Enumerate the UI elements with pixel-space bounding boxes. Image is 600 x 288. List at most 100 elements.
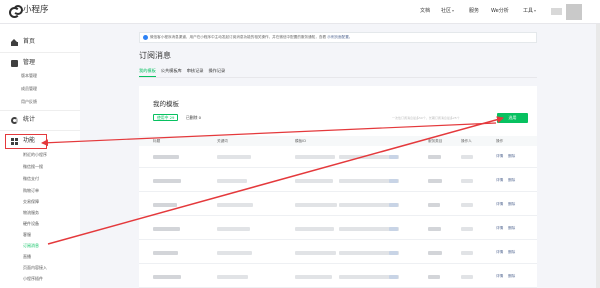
cell-keywords xyxy=(217,227,250,231)
sidebar-item-nearby[interactable]: 附近的小程序 xyxy=(23,152,47,158)
cell-title xyxy=(153,155,179,159)
sidebar-item-pay[interactable]: 微信支付 xyxy=(23,176,39,182)
chevron-down-icon: ▾ xyxy=(534,8,537,13)
cell-category-link xyxy=(389,155,398,159)
tab-review-records[interactable]: 审核记录 xyxy=(187,67,204,77)
tab-operation-records[interactable]: 操作记录 xyxy=(208,67,225,77)
cell-operator xyxy=(461,275,473,279)
sidebar-item-manage[interactable]: 管理 xyxy=(11,59,35,67)
cell-title xyxy=(153,227,180,231)
avatar[interactable] xyxy=(566,4,582,20)
sidebar-item-orders[interactable]: 购物订单 xyxy=(23,188,39,194)
home-icon xyxy=(11,38,18,46)
sidebar-item-version[interactable]: 版本管理 xyxy=(21,73,37,79)
detail-link[interactable]: 详情 xyxy=(496,154,503,159)
divider xyxy=(0,52,80,53)
info-icon xyxy=(143,35,148,40)
tab-my-templates[interactable]: 我的模板 xyxy=(139,67,156,77)
divider xyxy=(0,130,80,131)
logo[interactable]: 小程序 xyxy=(9,5,49,18)
cell-category xyxy=(428,155,441,159)
delete-link[interactable]: 删除 xyxy=(508,274,515,279)
sidebar: 首页 管理 版本管理 成员管理 用户反馈 统计 功能 附近的小程序 微信搜一搜 … xyxy=(0,24,80,288)
sidebar-item-guarantee[interactable]: 交易保障 xyxy=(23,199,39,205)
notice-link[interactable]: 示例页面配置。 xyxy=(327,35,352,39)
cell-category xyxy=(428,251,442,255)
cell-category xyxy=(428,227,441,231)
cell-title xyxy=(153,203,177,207)
templates-panel: 我的模板 使用中 29 已删除 0 一次性订阅消息最多50个，长期订阅消息最多2… xyxy=(139,86,537,288)
detail-link[interactable]: 详情 xyxy=(496,274,503,279)
cell-keywords xyxy=(217,155,251,159)
sidebar-item-live[interactable]: 直播 xyxy=(23,254,31,260)
sidebar-item-hardware[interactable]: 硬件设备 xyxy=(23,221,39,227)
sidebar-item-logistics[interactable]: 物流服务 xyxy=(23,210,39,216)
sidebar-item-feedback[interactable]: 用户反馈 xyxy=(21,99,37,105)
sidebar-item-label: 管理 xyxy=(23,59,36,66)
cell-template-id xyxy=(295,275,332,279)
delete-link[interactable]: 删除 xyxy=(508,250,515,255)
column-keywords: 关键词 xyxy=(217,139,228,143)
cell-operator xyxy=(461,251,473,255)
quota-hint: 一次性订阅消息最多50个，长期订阅消息最多25个 xyxy=(392,116,460,120)
filter-in-use[interactable]: 使用中 29 xyxy=(153,114,179,121)
delete-link[interactable]: 删除 xyxy=(508,154,515,159)
detail-link[interactable]: 详情 xyxy=(496,178,503,183)
sidebar-item-plugin[interactable]: 小程序插件 xyxy=(23,276,43,282)
sidebar-item-members[interactable]: 成员管理 xyxy=(21,86,37,92)
nav-community-label: 社区 xyxy=(441,8,452,14)
nav-community[interactable]: 社区▾ xyxy=(441,6,454,16)
cell-category-link xyxy=(389,227,398,231)
cell-template-id xyxy=(295,179,333,183)
divider xyxy=(139,77,537,78)
nav-we-analysis[interactable]: We分析 xyxy=(491,6,509,16)
stats-icon xyxy=(11,116,18,124)
page-title: 订阅消息 xyxy=(139,51,171,60)
detail-link[interactable]: 详情 xyxy=(496,250,503,255)
sidebar-item-home[interactable]: 首页 xyxy=(11,38,35,46)
sidebar-item-content[interactable]: 页面内容接入 xyxy=(23,265,47,271)
sidebar-item-label: 首页 xyxy=(23,38,36,45)
cell-operator xyxy=(461,203,473,207)
column-operator: 操作人 xyxy=(461,139,472,143)
filter-deleted[interactable]: 已删除 0 xyxy=(186,114,201,121)
table-header: 标题 关键词 模板ID 服务类目 操作人 操作 xyxy=(139,136,537,146)
detail-link[interactable]: 详情 xyxy=(496,202,503,207)
highlight-box xyxy=(5,134,47,149)
column-category: 服务类目 xyxy=(428,139,443,143)
cell-keywords xyxy=(217,179,247,183)
sidebar-item-stats[interactable]: 统计 xyxy=(11,116,35,124)
notice-bar: 微信客小程序消息渠道，用户在小程序中主动发起订阅消息功能的相关操作，并在微信中配… xyxy=(139,32,537,43)
nav-docs[interactable]: 文档 xyxy=(420,6,430,16)
delete-link[interactable]: 删除 xyxy=(508,178,515,183)
account-name[interactable] xyxy=(551,8,562,15)
sidebar-item-subscribe[interactable]: 订阅消息 xyxy=(23,243,39,249)
sidebar-item-service[interactable]: 客服 xyxy=(23,232,31,238)
nav-service[interactable]: 服务 xyxy=(469,6,479,16)
top-bar: 小程序 文档 社区▾ 服务 We分析 工具▾ xyxy=(0,0,600,24)
delete-link[interactable]: 删除 xyxy=(508,226,515,231)
tab-public-library[interactable]: 公共模板库 xyxy=(161,67,182,77)
sidebar-item-search[interactable]: 微信搜一搜 xyxy=(23,164,43,170)
manage-icon xyxy=(11,59,18,67)
cell-operator xyxy=(461,179,473,183)
cell-title xyxy=(153,251,178,255)
select-template-button[interactable]: 选用 xyxy=(497,113,528,123)
cell-category-link xyxy=(389,179,398,183)
cell-category-link xyxy=(389,251,398,255)
table-row: 详情 删除 xyxy=(139,170,537,192)
nav-tools-label: 工具 xyxy=(523,8,534,14)
table-row: 详情 删除 xyxy=(139,242,537,264)
section-title: 我的模板 xyxy=(153,100,179,108)
cell-category-link xyxy=(389,203,398,207)
detail-link[interactable]: 详情 xyxy=(496,226,503,231)
scrollbar[interactable] xyxy=(596,24,600,288)
column-actions: 操作 xyxy=(496,139,504,143)
cell-category xyxy=(428,179,442,183)
cell-operator xyxy=(461,155,473,159)
nav-tools[interactable]: 工具▾ xyxy=(523,6,536,16)
cell-template-id xyxy=(295,251,336,255)
delete-link[interactable]: 删除 xyxy=(508,202,515,207)
table-row: 详情 删除 xyxy=(139,218,537,240)
sidebar-item-label: 统计 xyxy=(23,116,36,123)
